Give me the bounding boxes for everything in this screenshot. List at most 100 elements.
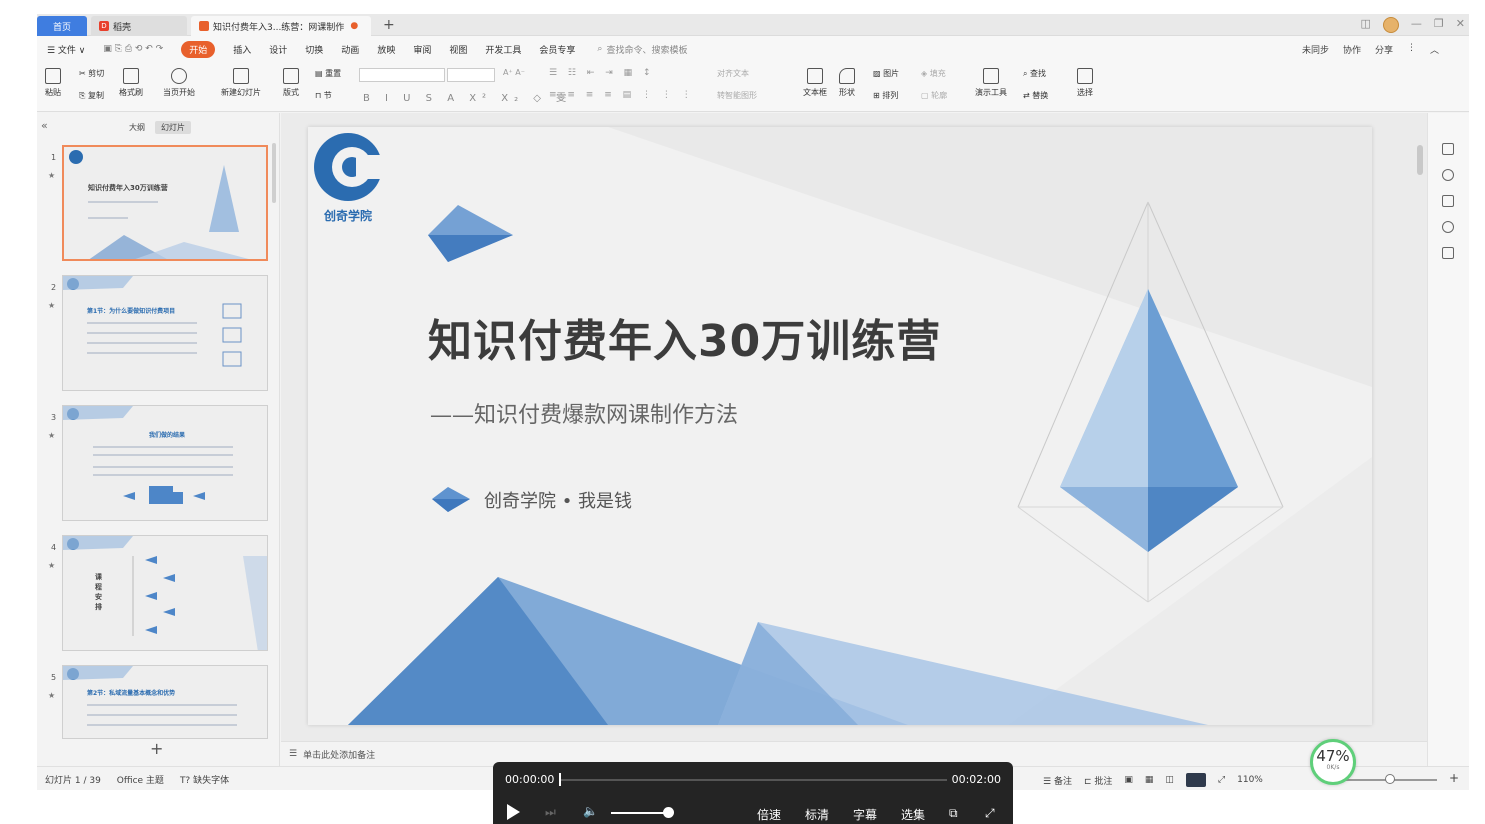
select-button[interactable]: 选择 [1077,68,1093,98]
fill-button[interactable]: ◈ 填充 [921,68,946,79]
text-format-buttons[interactable]: B I U S A X² X₂ ◇ 雯 [363,89,572,104]
menu-view[interactable]: 视图 [449,43,467,56]
volume-knob[interactable] [663,807,674,818]
speed-button[interactable]: 倍速 [757,806,781,823]
animation-icon[interactable] [1442,169,1454,181]
add-slide-button[interactable]: + [150,739,163,758]
paste-button[interactable]: 粘贴 [45,68,61,98]
font-family-select[interactable] [359,68,445,82]
pip-icon[interactable]: ⧉ [949,806,958,821]
current-slide[interactable]: 创奇学院 知识付费年入30万训练营 ——知识付费爆款网课制作方法 创奇学院 • … [308,127,1372,725]
fullscreen-icon[interactable]: ⤢ [985,806,995,821]
slideshow-play-button[interactable] [1185,773,1206,787]
slide-thumbnail-1[interactable]: 知识付费年入30万训练营 [62,145,268,261]
slide-thumbnail-4[interactable]: 课程安排 [62,535,268,651]
quick-access-icons[interactable]: ▣ ⎘ ⎙ ⟲ ↶ ↷ [103,44,163,54]
transition-icon[interactable] [1442,195,1454,207]
menu-member[interactable]: 会员专享 [539,43,575,56]
layout-icon[interactable]: ◫ [1361,17,1371,33]
tab-daoke[interactable]: D 稻壳 [91,16,187,36]
reset-button[interactable]: ▤ 重置 [315,68,341,79]
next-icon[interactable]: ⏭ [545,805,556,820]
missing-font-button[interactable]: T? 缺失字体 [180,773,229,786]
episodes-button[interactable]: 选集 [901,806,925,823]
smart-art-button[interactable]: 转智能图形 [717,90,757,101]
sync-status[interactable]: 未同步 [1302,43,1329,56]
help-icon[interactable] [1442,221,1454,233]
menu-developer[interactable]: 开发工具 [485,43,521,56]
close-button[interactable]: ✕ [1456,17,1465,33]
picture-button[interactable]: ▨ 图片 [873,68,899,79]
avatar[interactable] [1382,17,1399,33]
restore-button[interactable]: ❐ [1434,17,1444,33]
tab-outline[interactable]: 大纲 [123,121,151,134]
menu-animation[interactable]: 动画 [341,43,359,56]
replace-button[interactable]: ⇄ 替换 [1023,90,1048,101]
tab-document[interactable]: 知识付费年入3...练营：网课制作 ● [191,16,371,36]
tab-slides[interactable]: 幻灯片 [155,121,191,134]
command-search[interactable]: 查找命令、搜索模板 [606,43,687,56]
network-speed-badge[interactable]: 47% 0K/s [1310,739,1356,785]
text-box-button[interactable]: 文本框 [803,68,827,98]
editor-scrollbar[interactable] [1417,131,1423,711]
collaborate-button[interactable]: 协作 [1343,43,1361,56]
zoom-level[interactable]: 110% [1237,775,1263,785]
menu-file[interactable]: ☰ 文件 ∨ [47,43,85,56]
properties-icon[interactable] [1442,143,1454,155]
reading-view-icon[interactable]: ◫ [1165,775,1174,785]
slide-thumbnail-3[interactable]: 我们做的结果 [62,405,268,521]
notes-toggle[interactable]: ☰ 备注 [1043,774,1072,787]
slide-title[interactable]: 知识付费年入30万训练营 [428,305,941,369]
cut-button[interactable]: ✂ 剪切 [79,68,104,79]
layout-button[interactable]: 版式 [283,68,299,98]
section-button[interactable]: ⊓ 节 [315,90,332,101]
slide-thumbnail-2[interactable]: 第1节：为什么要做知识付费项目 [62,275,268,391]
progress-cursor[interactable] [559,773,561,786]
shape-button[interactable]: 形状 [839,68,855,98]
more-icon[interactable]: ⋮ [1407,43,1416,56]
menu-home[interactable]: 开始 [181,40,216,58]
align-text-button[interactable]: 对齐文本 [717,68,749,79]
backup-icon[interactable] [1442,247,1454,259]
slide-subtitle[interactable]: ——知识付费爆款网课制作方法 [430,397,738,429]
format-painter-button[interactable]: 格式刷 [119,68,143,98]
menu-design[interactable]: 设计 [269,43,287,56]
volume-slider[interactable] [611,812,669,814]
zoom-slider-knob[interactable] [1385,774,1395,784]
copy-button[interactable]: ⎘ 复制 [79,90,104,101]
progress-bar[interactable] [559,779,947,781]
start-current-button[interactable]: 当页开始 [163,68,195,98]
new-slide-button[interactable]: 新建幻灯片 [221,68,261,98]
minimize-button[interactable]: — [1411,17,1422,33]
find-button[interactable]: ⌕ 查找 [1023,68,1046,79]
menu-insert[interactable]: 插入 [233,43,251,56]
share-button[interactable]: 分享 [1375,43,1393,56]
fit-window-icon[interactable]: ⤢ [1218,775,1225,785]
scrollbar-thumb[interactable] [1417,145,1423,175]
normal-view-icon[interactable]: ▣ [1124,775,1133,785]
collapse-ribbon-icon[interactable]: ︿ [1430,43,1439,56]
present-tools-button[interactable]: 演示工具 [975,68,1007,98]
font-size-select[interactable] [447,68,495,82]
font-grow-buttons[interactable]: A⁺ A⁻ [503,68,525,77]
menu-review[interactable]: 审阅 [413,43,431,56]
theme-name[interactable]: Office 主题 [117,773,164,786]
panel-scrollbar[interactable] [272,143,276,203]
align-buttons[interactable]: ≡ ≡ ≡ ≡ ▤ ⋮ ⋮ ⋮ [549,90,695,100]
volume-icon[interactable]: 🔈 [583,804,598,818]
outline-button[interactable]: ▢ 轮廓 [921,90,947,101]
play-icon[interactable] [507,804,520,820]
sorter-view-icon[interactable]: ▦ [1145,775,1154,785]
slide-thumbnail-5[interactable]: 第2节：私域流量基本概念和优势 [62,665,268,739]
quality-button[interactable]: 标清 [805,806,829,823]
arrange-button[interactable]: ⊞ 排列 [873,90,898,101]
slide-author[interactable]: 创奇学院 • 我是钱 [484,487,632,513]
subtitles-button[interactable]: 字幕 [853,806,877,823]
list-buttons[interactable]: ☰ ☷ ⇤ ⇥ ▦ ↕ [549,68,655,78]
tab-home[interactable]: 首页 [37,16,87,36]
new-tab-button[interactable]: + [383,17,395,33]
zoom-in-button[interactable]: + [1449,771,1459,785]
comments-toggle[interactable]: ⊏ 批注 [1084,774,1112,787]
menu-transition[interactable]: 切换 [305,43,323,56]
menu-slideshow[interactable]: 放映 [377,43,395,56]
